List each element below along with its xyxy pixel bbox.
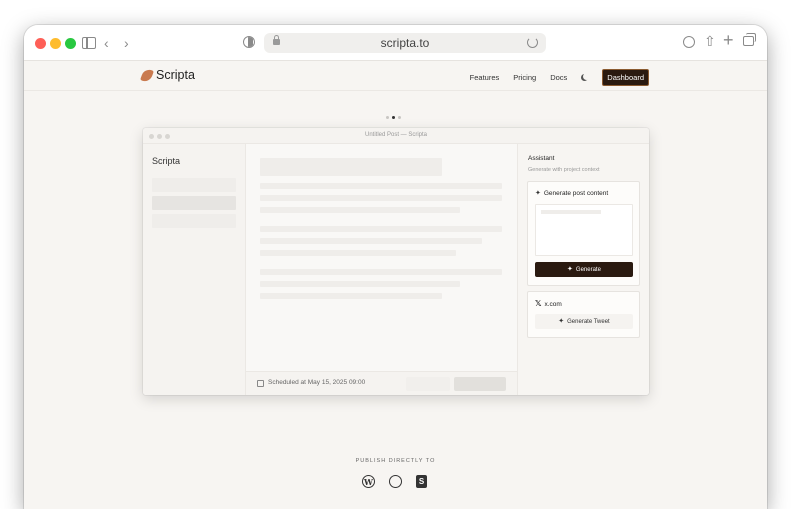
publish-label: PUBLISH DIRECTLY TO <box>355 458 436 464</box>
app-window-title: Untitled Post — Scripta <box>364 132 428 138</box>
app-sidebar-title: Scripta <box>152 156 181 166</box>
generate-tweet-button-label: Generate Tweet <box>567 318 610 325</box>
sidebar-toggle-icon[interactable] <box>82 37 96 49</box>
generate-button[interactable]: ✦ Generate <box>535 262 633 277</box>
nav-pricing-link[interactable]: Pricing <box>513 73 536 82</box>
textarea-placeholder-line <box>541 210 601 214</box>
globe-icon[interactable] <box>683 36 695 48</box>
generate-tweet-button[interactable]: ✦ Generate Tweet <box>535 314 633 329</box>
text-line-placeholder <box>260 226 502 232</box>
back-arrow-icon[interactable]: ‹ <box>104 34 109 52</box>
shopify-icon[interactable]: S <box>416 475 427 488</box>
tab-overview-icon[interactable] <box>743 33 756 46</box>
carousel-dots <box>386 116 401 119</box>
text-line-placeholder <box>260 238 482 244</box>
sidebar-item-placeholder[interactable] <box>152 214 236 228</box>
sparkle-icon: ✦ <box>567 266 573 273</box>
minimize-window-button[interactable] <box>50 38 61 49</box>
share-icon[interactable]: ⇧ <box>704 32 716 50</box>
assistant-panel: Assistant Generate with project context … <box>517 144 649 395</box>
assistant-subtitle: Generate with project context <box>528 167 600 173</box>
text-line-placeholder <box>260 207 460 213</box>
post-content-card-title: Generate post content <box>543 190 609 197</box>
x-com-card-title: x.com <box>544 300 562 308</box>
sparkle-icon: ✦ <box>535 190 541 197</box>
publish-platform-icons: W S <box>362 475 427 488</box>
app-titlebar: Untitled Post — Scripta <box>143 128 649 144</box>
editor-footer: Scheduled at May 15, 2025 09:00 <box>246 371 517 395</box>
maximize-window-button[interactable] <box>65 38 76 49</box>
x-com-card: 𝕏 x.com ✦ Generate Tweet <box>527 291 640 338</box>
calendar-icon <box>257 380 264 387</box>
x-logo-icon: 𝕏 <box>535 299 542 308</box>
secondary-action-button[interactable] <box>406 377 450 391</box>
app-preview-window: Untitled Post — Scripta Scripta Schedule… <box>143 128 649 395</box>
x-com-card-header: 𝕏 x.com <box>535 300 562 308</box>
carousel-dot-2[interactable] <box>392 116 395 119</box>
reload-icon[interactable] <box>527 37 538 48</box>
close-window-button[interactable] <box>35 38 46 49</box>
brand-name: Scripta <box>156 68 195 82</box>
sparkle-icon: ✦ <box>558 318 565 325</box>
sidebar-item-placeholder[interactable] <box>152 178 236 192</box>
app-sidebar: Scripta <box>143 144 246 395</box>
text-line-placeholder <box>260 269 502 275</box>
privacy-shield-icon[interactable] <box>243 36 255 48</box>
quill-logo-icon <box>140 67 154 83</box>
carousel-dot-3[interactable] <box>398 116 401 119</box>
schedule-text: Scheduled at May 15, 2025 09:00 <box>268 379 366 386</box>
carousel-dot-1[interactable] <box>386 116 389 119</box>
browser-window: ‹ › scripta.to ⇧ + Scripta Features Pric… <box>24 25 767 509</box>
nav-features-link[interactable]: Features <box>470 73 500 82</box>
url-text: scripta.to <box>380 36 430 50</box>
title-placeholder <box>260 158 442 176</box>
text-line-placeholder <box>260 293 442 299</box>
text-line-placeholder <box>260 183 502 189</box>
dashboard-button[interactable]: Dashboard <box>602 69 649 86</box>
top-nav: Features Pricing Docs Dashboard <box>470 69 649 86</box>
text-line-placeholder <box>260 195 502 201</box>
text-line-placeholder <box>260 281 460 287</box>
post-content-card-header: ✦ Generate post content <box>535 190 608 197</box>
sidebar-item-placeholder[interactable] <box>152 196 236 210</box>
browser-toolbar: ‹ › scripta.to ⇧ + <box>24 25 767 61</box>
brand[interactable]: Scripta <box>140 67 195 83</box>
text-line-placeholder <box>260 250 456 256</box>
post-content-card: ✦ Generate post content ✦ Generate <box>527 181 640 286</box>
theme-toggle-moon-icon[interactable] <box>583 73 590 80</box>
editor-area[interactable]: Scheduled at May 15, 2025 09:00 <box>246 144 517 395</box>
wordpress-icon[interactable]: W <box>362 475 375 488</box>
forward-arrow-icon[interactable]: › <box>124 34 129 52</box>
primary-action-button[interactable] <box>454 377 506 391</box>
nav-docs-link[interactable]: Docs <box>550 73 567 82</box>
ghost-icon[interactable] <box>389 475 402 488</box>
assistant-title: Assistant <box>528 155 555 162</box>
new-tab-icon[interactable]: + <box>723 31 734 49</box>
address-bar[interactable]: scripta.to <box>264 33 546 53</box>
site-header: Scripta Features Pricing Docs Dashboard <box>24 61 767 91</box>
prompt-textarea[interactable] <box>535 204 633 256</box>
generate-button-label: Generate <box>575 266 601 273</box>
